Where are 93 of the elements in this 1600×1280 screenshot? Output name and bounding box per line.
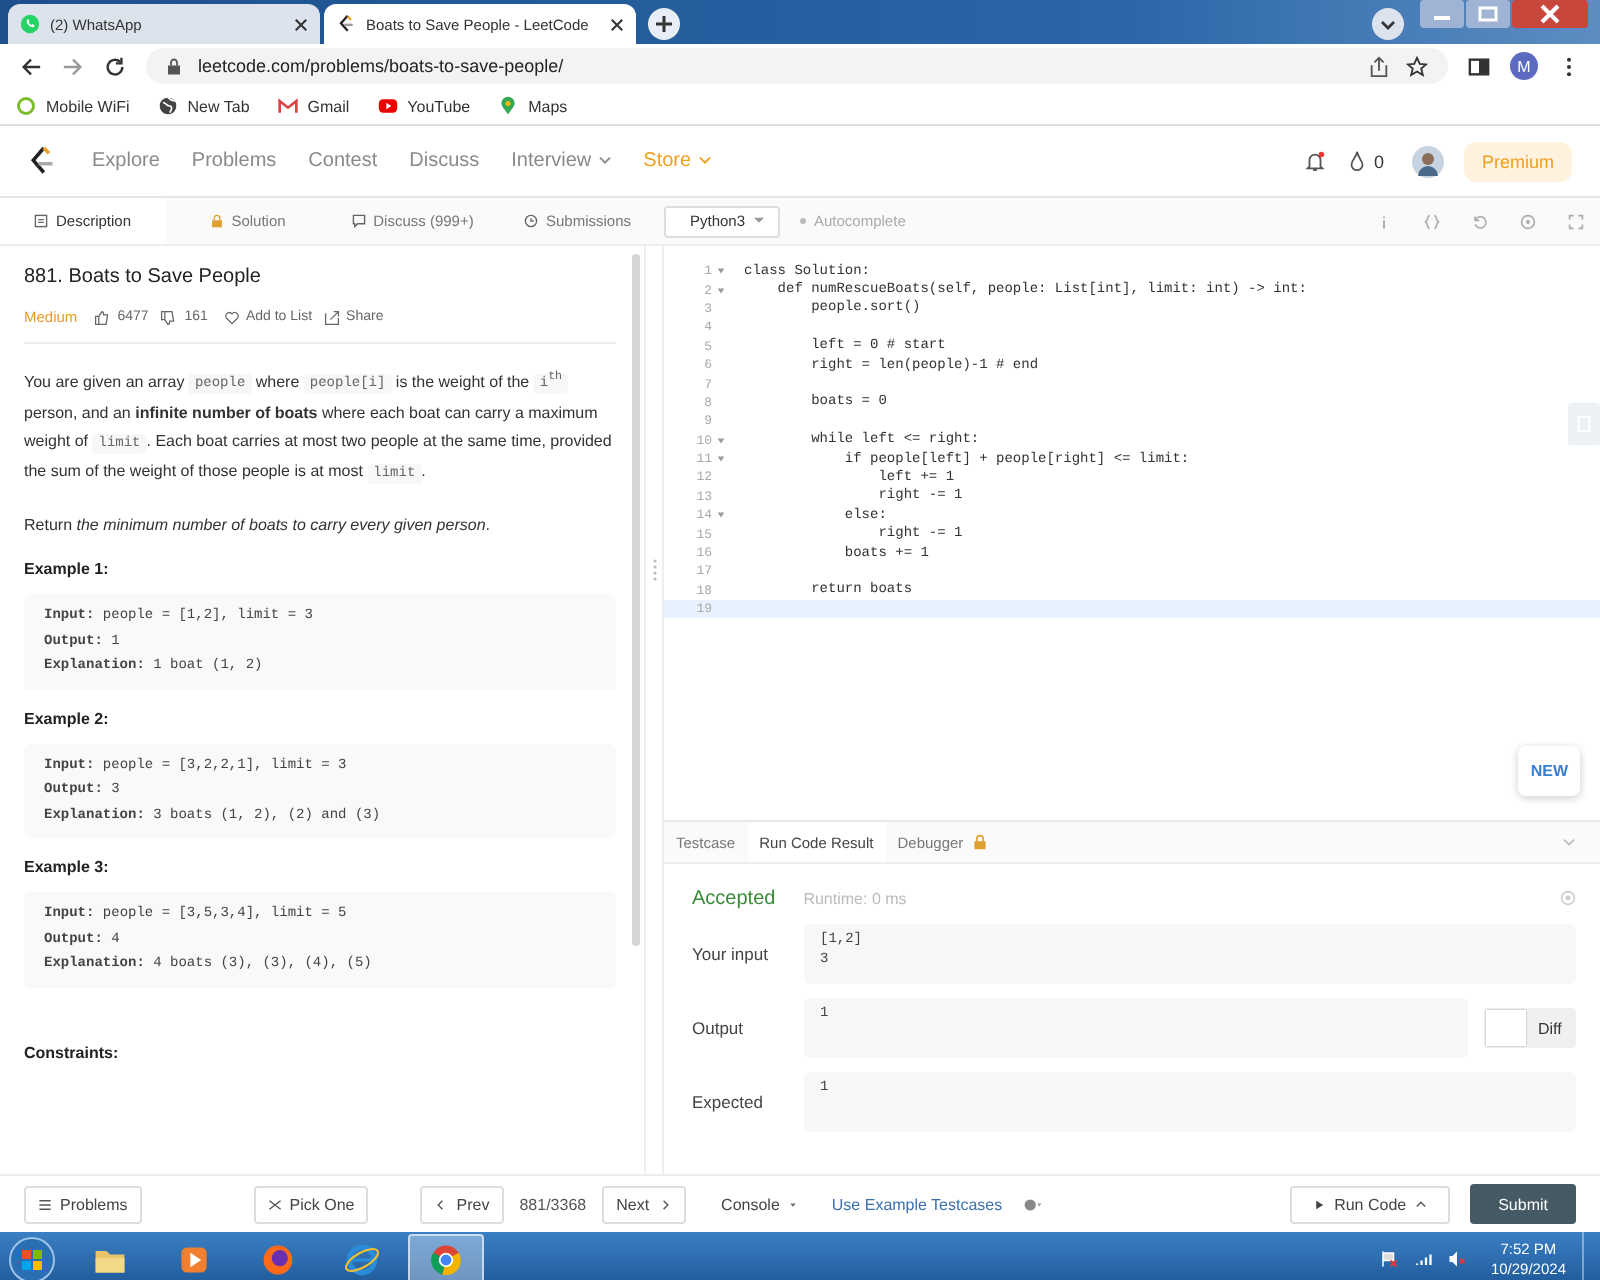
new-tab-icon[interactable] — [648, 8, 680, 40]
play-icon — [377, 96, 398, 116]
site-logo-icon[interactable] — [28, 145, 56, 177]
signal-icon[interactable] — [1414, 1250, 1433, 1268]
share-icon — [324, 309, 341, 325]
start-button-icon[interactable] — [8, 1235, 56, 1280]
globe-icon — [157, 96, 178, 116]
diff-toggle[interactable]: Diff — [1484, 1008, 1576, 1048]
browser-icon — [428, 1241, 464, 1277]
url-text: leetcode.com/problems/boats-to-save-people/ — [198, 56, 564, 76]
problems-button[interactable]: Problems — [24, 1185, 142, 1223]
nav-link[interactable]: Discuss — [409, 150, 480, 172]
profile-avatar[interactable]: M — [1510, 52, 1538, 80]
next-button[interactable]: Next — [602, 1185, 686, 1223]
settings-icon[interactable] — [1520, 213, 1536, 229]
fold-arrow-icon[interactable] — [716, 510, 726, 521]
fold-arrow-icon[interactable] — [716, 266, 726, 277]
map-pin-icon — [498, 96, 519, 116]
restore-icon[interactable] — [1466, 0, 1510, 28]
flag-icon[interactable] — [1380, 1250, 1399, 1268]
document-icon — [33, 214, 48, 228]
bookmark-link[interactable]: Gmail — [277, 96, 350, 116]
avatar-icon[interactable] — [1411, 145, 1444, 177]
bookmark-link[interactable]: Maps — [498, 96, 568, 116]
runtime-label: Runtime: 0 ms — [803, 889, 907, 907]
play-icon — [1312, 1197, 1327, 1211]
side-panel-icon[interactable] — [1468, 55, 1490, 77]
heart-icon — [223, 309, 240, 325]
volume-icon[interactable] — [1448, 1250, 1467, 1268]
nav-link[interactable]: Interview — [511, 150, 612, 172]
share-icon[interactable] — [1368, 55, 1390, 77]
close-icon[interactable] — [294, 17, 308, 31]
chevron-down-icon[interactable] — [1372, 8, 1404, 40]
thumbs-up-icon[interactable] — [93, 309, 110, 325]
chevron-right-icon — [657, 1197, 672, 1211]
lock-icon — [166, 57, 182, 75]
list-icon — [38, 1197, 52, 1211]
browser-icon — [260, 1241, 296, 1277]
result-label: Expected — [692, 1092, 765, 1112]
problem-title: 881. Boats to Save People — [24, 266, 263, 288]
prev-button[interactable]: Prev — [420, 1185, 504, 1223]
star-icon[interactable] — [1406, 55, 1428, 77]
new-feature-button[interactable]: NEW — [1518, 746, 1580, 796]
close-icon[interactable] — [610, 17, 624, 31]
caret-icon — [697, 156, 712, 166]
reset-icon[interactable] — [1472, 213, 1488, 229]
chevron-left-icon — [434, 1197, 449, 1211]
pick-one-button[interactable]: Pick One — [253, 1185, 369, 1223]
site-logo-icon — [336, 14, 356, 34]
example-heading: Example 2: — [24, 709, 111, 728]
address-bar[interactable]: leetcode.com/problems/boats-to-save-people/ — [146, 48, 1448, 84]
flame-icon[interactable] — [1345, 150, 1368, 172]
result-label: Your input — [692, 944, 770, 964]
code-braces-icon[interactable] — [1424, 213, 1440, 229]
example-heading: Example 3: — [24, 858, 111, 877]
status-label: Accepted — [692, 887, 776, 909]
return-statement: Return the minimum number of boats to carry every given person. — [24, 513, 493, 538]
fullscreen-icon[interactable] — [1568, 213, 1584, 229]
clock-icon — [523, 214, 538, 228]
bookmark-link[interactable]: New Tab — [157, 96, 250, 116]
play-icon — [176, 1241, 212, 1277]
caret-icon — [597, 156, 612, 166]
forward-arrow-icon[interactable] — [62, 55, 84, 77]
ring-icon — [16, 96, 36, 116]
run-code-button[interactable]: Run Code — [1290, 1185, 1451, 1223]
bookmark-link[interactable]: Mobile WiFi — [16, 96, 130, 116]
fold-arrow-icon[interactable] — [716, 435, 726, 446]
bookmark-link[interactable]: YouTube — [377, 96, 471, 116]
console-toggle[interactable]: Console — [721, 1195, 800, 1213]
problem-position: 881/3368 — [519, 1195, 587, 1213]
resize-handle-icon[interactable] — [651, 558, 657, 582]
reload-icon[interactable] — [104, 55, 126, 77]
constraints-heading: Constraints: — [24, 1043, 121, 1062]
bell-icon[interactable] — [1303, 150, 1326, 172]
use-example-testcases-link[interactable]: Use Example Testcases — [831, 1195, 1003, 1213]
streak-count: 0 — [1373, 151, 1384, 171]
submit-button[interactable]: Submit — [1470, 1184, 1576, 1224]
caret-icon — [752, 216, 766, 226]
scrollbar[interactable] — [632, 254, 640, 946]
mail-icon — [277, 96, 298, 116]
caret-up-icon — [1414, 1197, 1429, 1211]
result-label: Output — [692, 1018, 746, 1038]
lock-icon — [209, 214, 224, 228]
back-arrow-icon[interactable] — [20, 55, 42, 77]
fold-arrow-icon[interactable] — [716, 454, 726, 465]
fold-arrow-icon[interactable] — [716, 285, 726, 296]
thumbs-down-icon[interactable] — [160, 309, 177, 325]
chat-icon — [20, 14, 40, 34]
example-heading: Example 1: — [24, 560, 111, 579]
minimize-icon[interactable] — [1420, 0, 1464, 28]
taskbar-app[interactable] — [408, 1234, 484, 1280]
comment-icon — [351, 214, 366, 228]
browser-icon — [344, 1241, 380, 1277]
